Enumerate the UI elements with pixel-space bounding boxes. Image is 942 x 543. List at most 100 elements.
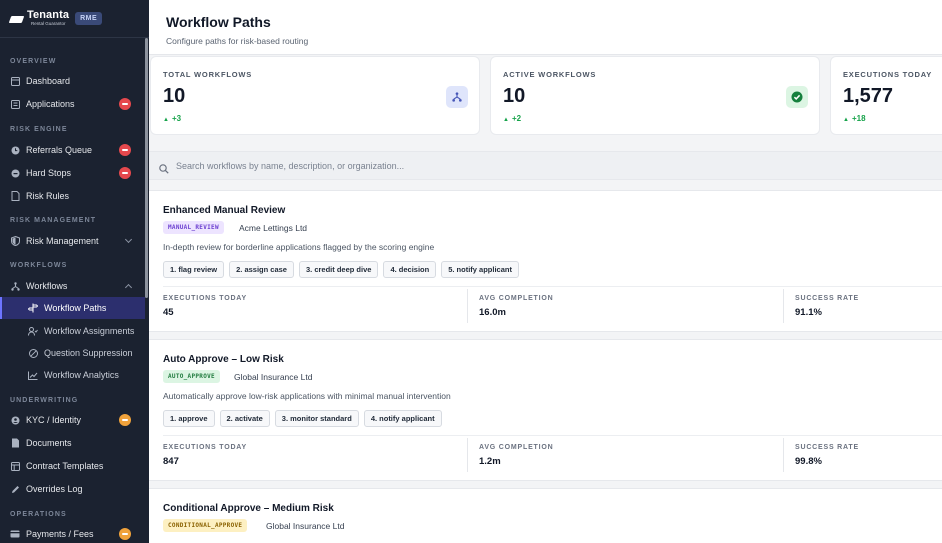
section-risk-engine: RISK ENGINE	[10, 126, 68, 133]
stat-delta: ▲ +18	[843, 114, 866, 123]
sidebar-item-label: Dashboard	[26, 76, 71, 86]
workflow-step: 1. approve	[163, 410, 215, 427]
stat-delta-value: +3	[171, 114, 182, 123]
sidebar-item-kyc-identity[interactable]: KYC / Identity	[0, 409, 145, 431]
section-operations: OPERATIONS	[10, 511, 67, 518]
metric-label: EXECUTIONS TODAY	[163, 295, 247, 302]
stat-label: EXECUTIONS TODAY	[843, 70, 933, 79]
main-content: Workflow Paths Configure paths for risk-…	[149, 0, 942, 543]
workflow-step: 3. monitor standard	[274, 410, 359, 427]
sidebar-item-workflow-analytics[interactable]: Workflow Analytics	[0, 364, 145, 386]
sidebar-item-label: Risk Rules	[26, 191, 70, 201]
alert-badge	[119, 98, 131, 110]
trend-up-icon: ▲	[163, 117, 169, 123]
metric-label: SUCCESS RATE	[795, 295, 859, 302]
brand-subtitle: Rental Guarantor	[31, 21, 66, 27]
page-header: Workflow Paths Configure paths for risk-…	[149, 0, 942, 55]
stat-delta: ▲ +3	[163, 114, 181, 123]
chevron-down-icon	[124, 235, 133, 244]
search-input[interactable]	[176, 158, 776, 174]
metric-label: AVG COMPLETION	[479, 295, 554, 302]
check-circle-icon	[786, 86, 808, 108]
workflow-step: 2. activate	[219, 410, 270, 427]
page-subtitle: Configure paths for risk-based routing	[166, 36, 309, 46]
trend-up-icon: ▲	[503, 117, 509, 123]
stat-card-active-workflows: ACTIVE WORKFLOWS 10 ▲ +2	[490, 56, 820, 135]
workflow-icon	[10, 281, 20, 291]
section-risk-management: RISK MANAGEMENT	[10, 217, 97, 224]
document-icon	[10, 191, 20, 201]
template-icon	[10, 461, 20, 471]
metric-value: 91.1%	[795, 307, 822, 318]
workflow-step: 4. notify applicant	[363, 410, 442, 427]
stat-card-executions-today: EXECUTIONS TODAY 1,577 ▲ +18	[830, 56, 942, 135]
workflow-organization: Acme Lettings Ltd	[239, 223, 308, 233]
workflow-organization: Global Insurance Ltd	[266, 521, 345, 531]
sidebar-item-workflows[interactable]: Workflows	[0, 275, 145, 297]
metric-label: SUCCESS RATE	[795, 444, 859, 451]
sidebar-item-dashboard[interactable]: Dashboard	[0, 70, 145, 92]
workflow-card[interactable]: Conditional Approve – Medium Risk CONDIT…	[149, 488, 942, 543]
stat-value: 10	[163, 85, 186, 107]
sidebar-item-label: Applications	[26, 99, 75, 109]
workflow-description: In-depth review for borderline applicati…	[163, 242, 435, 252]
metric-label: EXECUTIONS TODAY	[163, 444, 247, 451]
brand-header: Tenanta Rental Guarantor RME	[0, 0, 149, 38]
sidebar-item-overrides-log[interactable]: Overrides Log	[0, 478, 145, 500]
metric-avg-completion: AVG COMPLETION 16.0m	[479, 295, 553, 318]
metric-avg-completion: AVG COMPLETION 1.2m	[479, 444, 553, 467]
metric-value: 1.2m	[479, 456, 501, 467]
ban-icon	[28, 348, 38, 358]
sidebar-item-label: Documents	[26, 438, 72, 448]
sidebar-item-hard-stops[interactable]: Hard Stops	[0, 162, 145, 184]
shield-icon	[10, 236, 20, 246]
workflow-title: Enhanced Manual Review	[163, 205, 286, 216]
sidebar-item-risk-rules[interactable]: Risk Rules	[0, 185, 145, 207]
workflow-step: 3. credit deep dive	[298, 261, 379, 278]
workflow-title: Conditional Approve – Medium Risk	[163, 503, 334, 514]
sidebar-item-payments-fees[interactable]: Payments / Fees	[0, 523, 145, 543]
sidebar-item-risk-management[interactable]: Risk Management	[0, 230, 145, 252]
stat-value: 1,577	[843, 85, 894, 107]
stat-delta: ▲ +2	[503, 114, 521, 123]
user-assign-icon	[28, 326, 38, 336]
workflow-code-tag: MANUAL_REVIEW	[163, 221, 224, 234]
metric-executions: EXECUTIONS TODAY 45	[163, 295, 247, 318]
metric-executions: EXECUTIONS TODAY 847	[163, 444, 247, 467]
sidebar-item-workflow-assignments[interactable]: Workflow Assignments	[0, 320, 145, 342]
metric-value: 45	[163, 307, 174, 318]
divider	[783, 438, 784, 472]
stat-card-total-workflows: TOTAL WORKFLOWS 10 ▲ +3	[150, 56, 480, 135]
tenanta-logo-icon	[10, 13, 24, 25]
stop-icon	[10, 168, 20, 178]
sidebar-item-label: Workflow Analytics	[44, 370, 119, 380]
alert-badge	[119, 167, 131, 179]
card-icon	[10, 529, 20, 539]
sidebar-item-label: Workflow Paths	[44, 303, 107, 313]
sidebar-item-label: Payments / Fees	[26, 529, 94, 539]
sidebar-item-referrals-queue[interactable]: Referrals Queue	[0, 139, 145, 161]
stats-row: TOTAL WORKFLOWS 10 ▲ +3 ACTIVE WORKFLOWS …	[149, 56, 942, 136]
stat-value: 10	[503, 85, 526, 107]
sidebar-item-workflow-paths[interactable]: Workflow Paths	[0, 297, 145, 319]
dashboard-icon	[10, 76, 20, 86]
trend-up-icon: ▲	[843, 117, 849, 123]
sidebar-scrollbar[interactable]	[145, 38, 148, 298]
metric-label: AVG COMPLETION	[479, 444, 554, 451]
page-title: Workflow Paths	[166, 14, 271, 30]
workflow-card[interactable]: Enhanced Manual Review MANUAL_REVIEW Acm…	[149, 190, 942, 332]
sidebar-item-applications[interactable]: Applications	[0, 93, 145, 115]
id-icon	[10, 415, 20, 425]
workflow-steps: 1. approve 2. activate 3. monitor standa…	[163, 410, 442, 427]
sidebar-item-contract-templates[interactable]: Contract Templates	[0, 455, 145, 477]
sidebar-item-label: Hard Stops	[26, 168, 72, 178]
sidebar-item-documents[interactable]: Documents	[0, 432, 145, 454]
workflow-card[interactable]: Auto Approve – Low Risk AUTO_APPROVE Glo…	[149, 339, 942, 481]
sidebar-item-label: Workflow Assignments	[44, 326, 135, 336]
workflow-title: Auto Approve – Low Risk	[163, 354, 284, 365]
sidebar-item-question-suppression[interactable]: Question Suppression	[0, 342, 145, 364]
clock-icon	[10, 145, 20, 155]
applications-icon	[10, 99, 20, 109]
workflow-steps: 1. flag review 2. assign case 3. credit …	[163, 261, 519, 278]
metric-value: 16.0m	[479, 307, 506, 318]
